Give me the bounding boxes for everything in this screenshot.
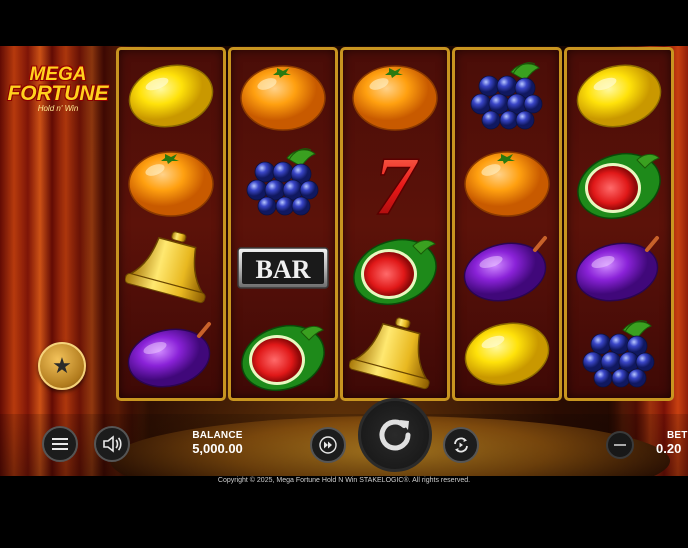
autoplay-icon	[454, 437, 468, 453]
svg-text:7: 7	[374, 142, 419, 222]
watermelon-icon	[231, 311, 335, 397]
game-logo: MEGA FORTUNE Hold n' Win	[4, 65, 112, 113]
bell-icon	[119, 225, 223, 311]
reel-5	[564, 47, 674, 401]
sound-button[interactable]	[94, 426, 130, 462]
lemon-icon	[567, 53, 671, 139]
spin-icon	[379, 419, 411, 451]
turbo-button[interactable]	[310, 427, 346, 463]
reel-2: BAR	[228, 47, 338, 401]
watermelon-icon	[567, 139, 671, 225]
orange-icon	[343, 53, 447, 139]
plum-icon	[119, 311, 223, 397]
game-area: MEGA FORTUNE Hold n' Win BAR 7 ★ BALANCE…	[0, 46, 688, 476]
orange-icon	[119, 139, 223, 225]
bell-icon	[343, 311, 447, 397]
lemon-icon	[455, 311, 559, 397]
favorite-button[interactable]: ★	[38, 342, 86, 390]
watermelon-icon	[343, 225, 447, 311]
orange-icon	[231, 53, 335, 139]
spin-button[interactable]	[358, 398, 432, 472]
minus-icon	[614, 444, 626, 446]
bet-value: 0.20	[656, 441, 682, 456]
logo-line-3: Hold n' Win	[37, 104, 79, 113]
star-icon: ★	[52, 353, 72, 378]
orange-icon	[455, 139, 559, 225]
control-bar: BALANCE 5,000.00 BET 0.20	[0, 398, 688, 476]
bet-label: BET	[667, 430, 688, 441]
balance-label: BALANCE	[192, 430, 243, 441]
plum-icon	[567, 225, 671, 311]
grapes-icon	[567, 311, 671, 397]
bet-display: BET 0.20	[656, 430, 688, 456]
logo-line-2: FORTUNE	[7, 82, 109, 105]
balance-value: 5,000.00	[192, 441, 243, 456]
reel-4	[452, 47, 562, 401]
lemon-icon	[119, 53, 223, 139]
bar-icon: BAR	[231, 225, 335, 311]
svg-text:BAR: BAR	[256, 255, 311, 284]
grapes-icon	[455, 53, 559, 139]
autoplay-button[interactable]	[443, 427, 479, 463]
balance-display: BALANCE 5,000.00	[170, 430, 265, 456]
menu-button[interactable]	[42, 426, 78, 462]
reel-3: 7	[340, 47, 450, 401]
plum-icon	[455, 225, 559, 311]
fast-forward-icon	[319, 436, 337, 454]
grapes-icon	[231, 139, 335, 225]
seven-icon: 7	[343, 139, 447, 225]
speaker-icon	[103, 435, 122, 453]
reel-1	[116, 47, 226, 401]
menu-icon	[52, 438, 68, 450]
bet-decrease-button[interactable]	[606, 431, 634, 459]
copyright-text: Copyright © 2025, Mega Fortune Hold N Wi…	[217, 477, 471, 484]
